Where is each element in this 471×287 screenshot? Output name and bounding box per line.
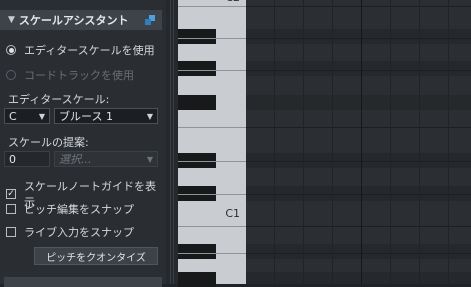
grid-beat-line (419, 0, 420, 284)
black-key[interactable] (178, 95, 216, 110)
use-chord-track-label: コードトラックを使用 (24, 69, 134, 82)
scale-type-value: ブルース 1 (59, 110, 113, 123)
settings-flag-icon[interactable] (144, 14, 156, 26)
chevron-down-icon: ▼ (146, 154, 153, 164)
black-key-lane (246, 29, 471, 44)
grid-bar-line (361, 0, 362, 284)
grid-row-line (246, 38, 471, 39)
black-key-lane (246, 95, 471, 110)
black-key[interactable] (178, 272, 216, 287)
white-key-divider (178, 161, 246, 162)
scale-suggestion-select: 選択... ▼ (54, 151, 158, 167)
grid-row-line (246, 194, 471, 195)
grid-beat-line (274, 0, 275, 284)
scale-root-select[interactable]: C ▼ (4, 108, 50, 124)
c2-key-label: C2 (225, 0, 240, 4)
scale-type-select[interactable]: ブルース 1 ▼ (54, 108, 158, 124)
collapse-triangle-icon[interactable]: ▼ (8, 15, 15, 25)
panel-title: スケールアシスタント (18, 14, 129, 27)
radio-disabled-icon (6, 70, 16, 80)
black-key-lane (246, 61, 471, 76)
grid-row-line (246, 6, 471, 7)
grid-row-line (246, 253, 471, 254)
grid-beat-line (332, 0, 333, 284)
chevron-down-icon: ▼ (146, 111, 153, 121)
quantize-pitch-button[interactable]: ピッチをクオンタイズ (34, 247, 158, 265)
scale-root-value: C (9, 109, 17, 123)
checkmark-icon[interactable]: ✓ (6, 189, 16, 199)
white-key-divider (178, 194, 246, 195)
black-key-lane (246, 244, 471, 259)
snap-live-input-label: ライブ入力をスナップ (24, 226, 134, 239)
snap-live-input-checkbox[interactable]: ライブ入力をスナップ (6, 224, 134, 240)
use-editor-scale-option[interactable]: エディタースケールを使用 (6, 42, 155, 58)
grid-row-line (246, 161, 471, 162)
radio-selected-icon[interactable] (6, 45, 16, 55)
piano-keyboard[interactable]: C1 C2 (178, 0, 246, 287)
scale-suggestion-value: 0 (9, 152, 16, 166)
black-key[interactable] (178, 61, 216, 76)
scale-suggestion-count: 0 (4, 151, 50, 167)
white-key-divider (178, 127, 246, 128)
white-key-divider (178, 70, 246, 71)
checkbox-empty-icon[interactable] (6, 227, 16, 237)
grid-row-line (246, 226, 471, 227)
chevron-down-icon: ▼ (38, 111, 45, 121)
snap-pitch-edit-label: ピッチ編集をスナップ (24, 203, 134, 216)
grid-row-line (246, 70, 471, 71)
use-editor-scale-label: エディタースケールを使用 (24, 44, 155, 57)
white-key-divider (178, 253, 246, 254)
panel-header[interactable]: ▼ スケールアシスタント (0, 10, 162, 30)
editor-scale-label: エディタースケール: (8, 93, 110, 106)
grid-beat-line (390, 0, 391, 284)
black-key[interactable] (178, 29, 216, 44)
scale-suggestion-label: スケールの提案: (8, 136, 89, 149)
black-key[interactable] (178, 244, 216, 259)
next-section-header[interactable] (4, 277, 162, 287)
white-key-divider (178, 38, 246, 39)
use-chord-track-option: コードトラックを使用 (6, 67, 134, 83)
note-grid[interactable] (246, 0, 471, 284)
grid-row-line (246, 127, 471, 128)
checkbox-empty-icon[interactable] (6, 204, 16, 214)
grid-beat-line (448, 0, 449, 284)
c1-key-label: C1 (225, 207, 240, 220)
scale-assistant-panel: ▼ スケールアシスタント エディタースケールを使用 コードトラックを使用 エディ… (0, 0, 166, 287)
grid-beat-line (303, 0, 304, 284)
white-key-divider (178, 6, 246, 7)
white-key-divider (178, 226, 246, 227)
scale-suggestion-placeholder: 選択... (59, 153, 92, 166)
black-key-lane (246, 272, 471, 284)
snap-pitch-edit-checkbox[interactable]: ピッチ編集をスナップ (6, 201, 134, 217)
panel-splitter[interactable] (166, 0, 178, 284)
